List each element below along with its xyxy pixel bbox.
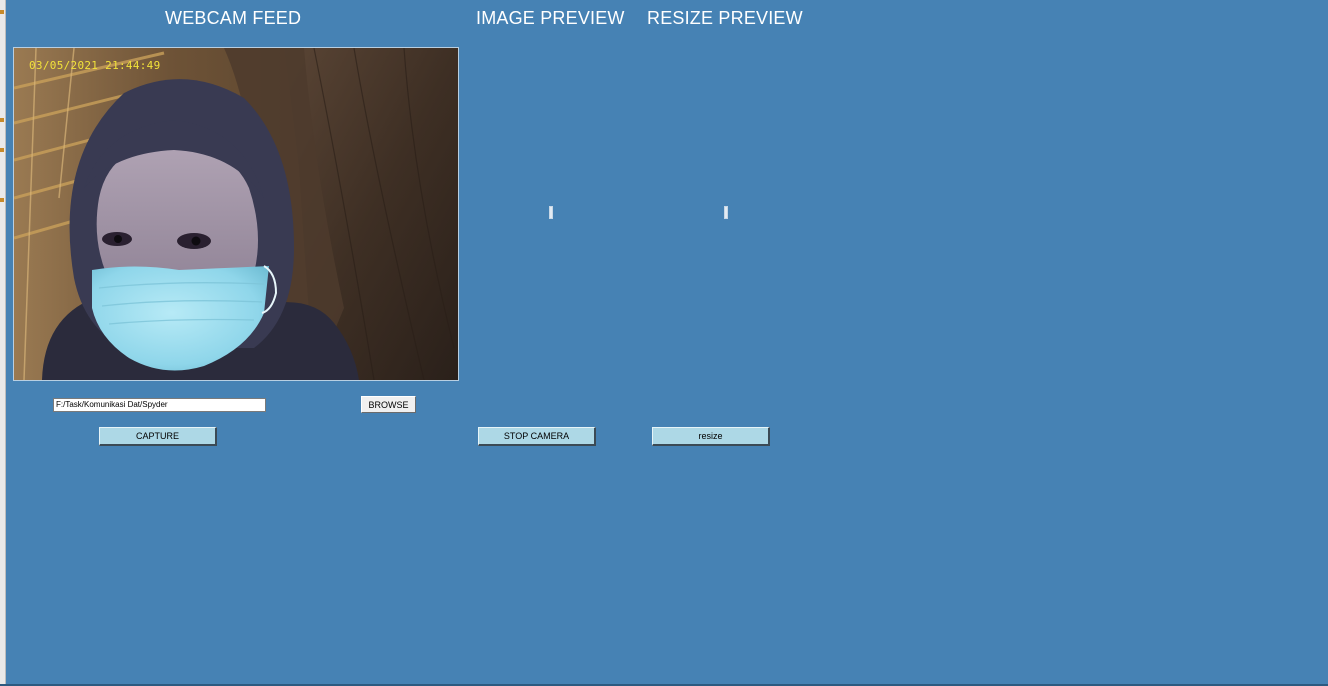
left-window-edge: [0, 0, 6, 686]
file-path-input[interactable]: [53, 398, 266, 412]
image-preview-placeholder: [549, 206, 553, 219]
webcam-timestamp: 03/05/2021 21:44:49: [29, 59, 161, 72]
capture-button[interactable]: CAPTURE: [99, 427, 217, 446]
resize-preview-heading: RESIZE PREVIEW: [647, 8, 803, 28]
webcam-feed-heading: WEBCAM FEED: [165, 8, 302, 28]
resize-preview-placeholder: [724, 206, 728, 219]
edge-marker: [0, 10, 4, 14]
image-preview-heading: IMAGE PREVIEW: [476, 8, 625, 28]
webcam-feed-view: 03/05/2021 21:44:49: [13, 47, 459, 381]
resize-button[interactable]: resize: [652, 427, 770, 446]
edge-marker: [0, 148, 4, 152]
edge-marker: [0, 118, 4, 122]
stop-camera-button[interactable]: STOP CAMERA: [478, 427, 596, 446]
webcam-frame-image: [14, 48, 458, 380]
app-window: WEBCAM FEED IMAGE PREVIEW RESIZE PREVIEW: [0, 0, 1328, 686]
browse-button[interactable]: BROWSE: [361, 396, 416, 413]
edge-marker: [0, 198, 4, 202]
